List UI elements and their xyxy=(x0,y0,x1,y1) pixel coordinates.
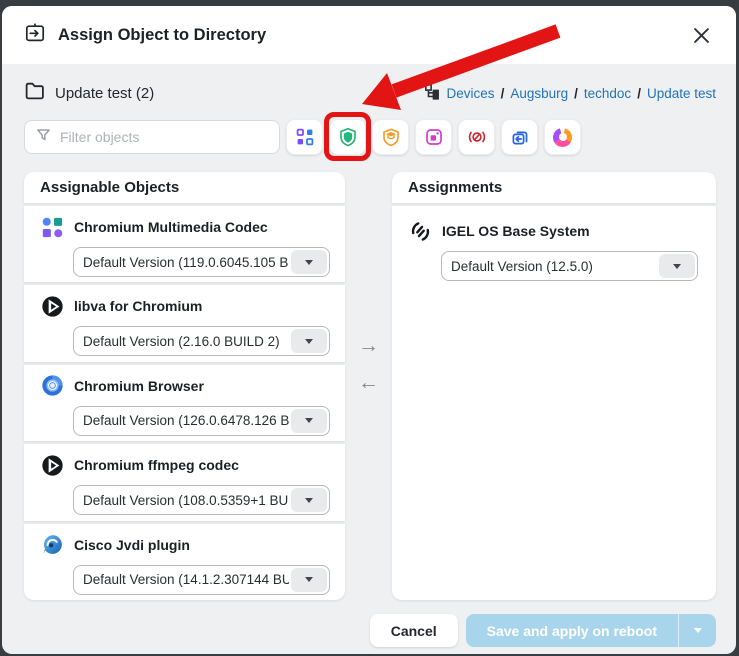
chevron-down-icon[interactable] xyxy=(291,250,327,274)
dialog-title: Assign Object to Directory xyxy=(58,26,266,45)
filter-input-field[interactable] xyxy=(60,129,269,145)
save-and-apply-button[interactable]: Save and apply on reboot xyxy=(466,614,678,647)
breadcrumb-link-augsburg[interactable]: Augsburg xyxy=(510,86,568,101)
filter-objects-input[interactable] xyxy=(24,120,280,154)
shield-graduation-orange-icon[interactable] xyxy=(372,119,409,155)
version-select-value: Default Version (2.16.0 BUILD 2) xyxy=(74,334,289,349)
assignable-objects-panel: Assignable Objects Ch xyxy=(24,172,345,600)
color-wheel-glyph xyxy=(553,128,572,147)
cisco-bubble-icon xyxy=(40,533,64,557)
list-item-igel-os-base-system[interactable]: IGEL OS Base System Default Version (12.… xyxy=(408,219,701,281)
object-title: Chromium ffmpeg codec xyxy=(74,457,239,473)
breadcrumb-separator: / xyxy=(637,86,641,101)
breadcrumb-link-devices[interactable]: Devices xyxy=(447,86,495,101)
version-select[interactable]: Default Version (14.1.2.307144 BUILD xyxy=(73,565,330,595)
dialog-footer: Cancel Save and apply on reboot xyxy=(24,614,716,647)
version-select[interactable]: Default Version (12.5.0) xyxy=(441,251,698,281)
filter-row xyxy=(24,119,716,155)
color-wheel-icon[interactable] xyxy=(544,119,581,155)
shield-green-icon[interactable] xyxy=(329,119,366,155)
disc-play-icon xyxy=(40,453,64,477)
version-select-value: Default Version (108.0.5359+1 BUILD xyxy=(74,493,289,508)
profiles-red-icon[interactable] xyxy=(458,119,495,155)
igel-logo-icon xyxy=(408,219,432,243)
object-title: Chromium Multimedia Codec xyxy=(74,219,268,235)
directory-name: Update test (2) xyxy=(55,85,154,102)
assignments-list: IGEL OS Base System Default Version (12.… xyxy=(392,206,716,600)
transfer-panels: Assignable Objects Ch xyxy=(24,172,716,600)
list-item-chromium-ffmpeg-codec[interactable]: Chromium ffmpeg codec Default Version (1… xyxy=(24,444,345,520)
list-item-cisco-jvdi-plugin[interactable]: Cisco Jvdi plugin Default Version (14.1.… xyxy=(24,524,345,600)
chromium-icon xyxy=(40,374,64,398)
breadcrumb-link-update-test[interactable]: Update test xyxy=(647,86,716,101)
close-icon[interactable] xyxy=(688,22,714,48)
funnel-icon xyxy=(35,126,52,148)
object-title: Chromium Browser xyxy=(74,378,204,394)
chevron-down-icon xyxy=(694,628,702,633)
object-title: IGEL OS Base System xyxy=(442,223,590,239)
chevron-down-icon[interactable] xyxy=(291,409,327,433)
disc-play-icon xyxy=(40,294,64,318)
object-type-toolbar xyxy=(286,119,581,155)
breadcrumb-separator: / xyxy=(501,86,505,101)
transfer-controls: → ← xyxy=(345,172,392,600)
screen: Assign Object to Directory Update test (… xyxy=(0,0,739,656)
assignments-header: Assignments xyxy=(392,172,716,203)
version-select-value: Default Version (12.5.0) xyxy=(442,259,657,274)
assign-object-dialog: Assign Object to Directory Update test (… xyxy=(2,6,736,654)
object-title: libva for Chromium xyxy=(74,298,202,314)
version-select[interactable]: Default Version (108.0.5359+1 BUILD xyxy=(73,485,330,515)
chevron-down-icon[interactable] xyxy=(291,568,327,592)
assign-files-blue-icon[interactable] xyxy=(501,119,538,155)
version-select-value: Default Version (14.1.2.307144 BUILD xyxy=(74,572,289,587)
object-title: Cisco Jvdi plugin xyxy=(74,537,190,553)
assign-to-directory-icon xyxy=(24,22,46,49)
cancel-button[interactable]: Cancel xyxy=(370,614,458,647)
multimedia-codec-icon xyxy=(40,215,64,239)
save-split-button: Save and apply on reboot xyxy=(466,614,716,647)
dialog-content: Update test (2) Devices / Augsburg xyxy=(2,81,736,647)
list-item-chromium-multimedia-codec[interactable]: Chromium Multimedia Codec Default Versio… xyxy=(24,206,345,282)
breadcrumb-link-techdoc[interactable]: techdoc xyxy=(584,86,631,101)
breadcrumb-separator: / xyxy=(574,86,578,101)
assignable-objects-header: Assignable Objects xyxy=(24,172,345,203)
tree-hierarchy-icon xyxy=(424,83,441,103)
chevron-down-icon[interactable] xyxy=(291,329,327,353)
directory-row: Update test (2) Devices / Augsburg xyxy=(24,81,716,105)
list-item-libva-for-chromium[interactable]: libva for Chromium Default Version (2.16… xyxy=(24,285,345,361)
apps-grid-icon[interactable] xyxy=(286,119,323,155)
version-select[interactable]: Default Version (2.16.0 BUILD 2) xyxy=(73,326,330,356)
assign-right-arrow[interactable]: → xyxy=(358,335,379,356)
version-select[interactable]: Default Version (126.0.6478.126 BUILD xyxy=(73,406,330,436)
chevron-down-icon[interactable] xyxy=(659,254,695,278)
version-select[interactable]: Default Version (119.0.6045.105 BUILD xyxy=(73,247,330,277)
dialog-header: Assign Object to Directory xyxy=(2,6,736,64)
chevron-down-icon[interactable] xyxy=(291,488,327,512)
assignments-panel: Assignments xyxy=(392,172,716,600)
app-container-magenta-icon[interactable] xyxy=(415,119,452,155)
list-item-chromium-browser[interactable]: Chromium Browser Default Version (126.0.… xyxy=(24,365,345,441)
breadcrumb: Devices / Augsburg / techdoc / Update te… xyxy=(424,83,716,103)
version-select-value: Default Version (126.0.6478.126 BUILD xyxy=(74,413,289,428)
folder-icon xyxy=(24,80,45,106)
version-select-value: Default Version (119.0.6045.105 BUILD xyxy=(74,255,289,270)
unassign-left-arrow[interactable]: ← xyxy=(358,372,379,393)
save-options-dropdown[interactable] xyxy=(678,614,716,647)
